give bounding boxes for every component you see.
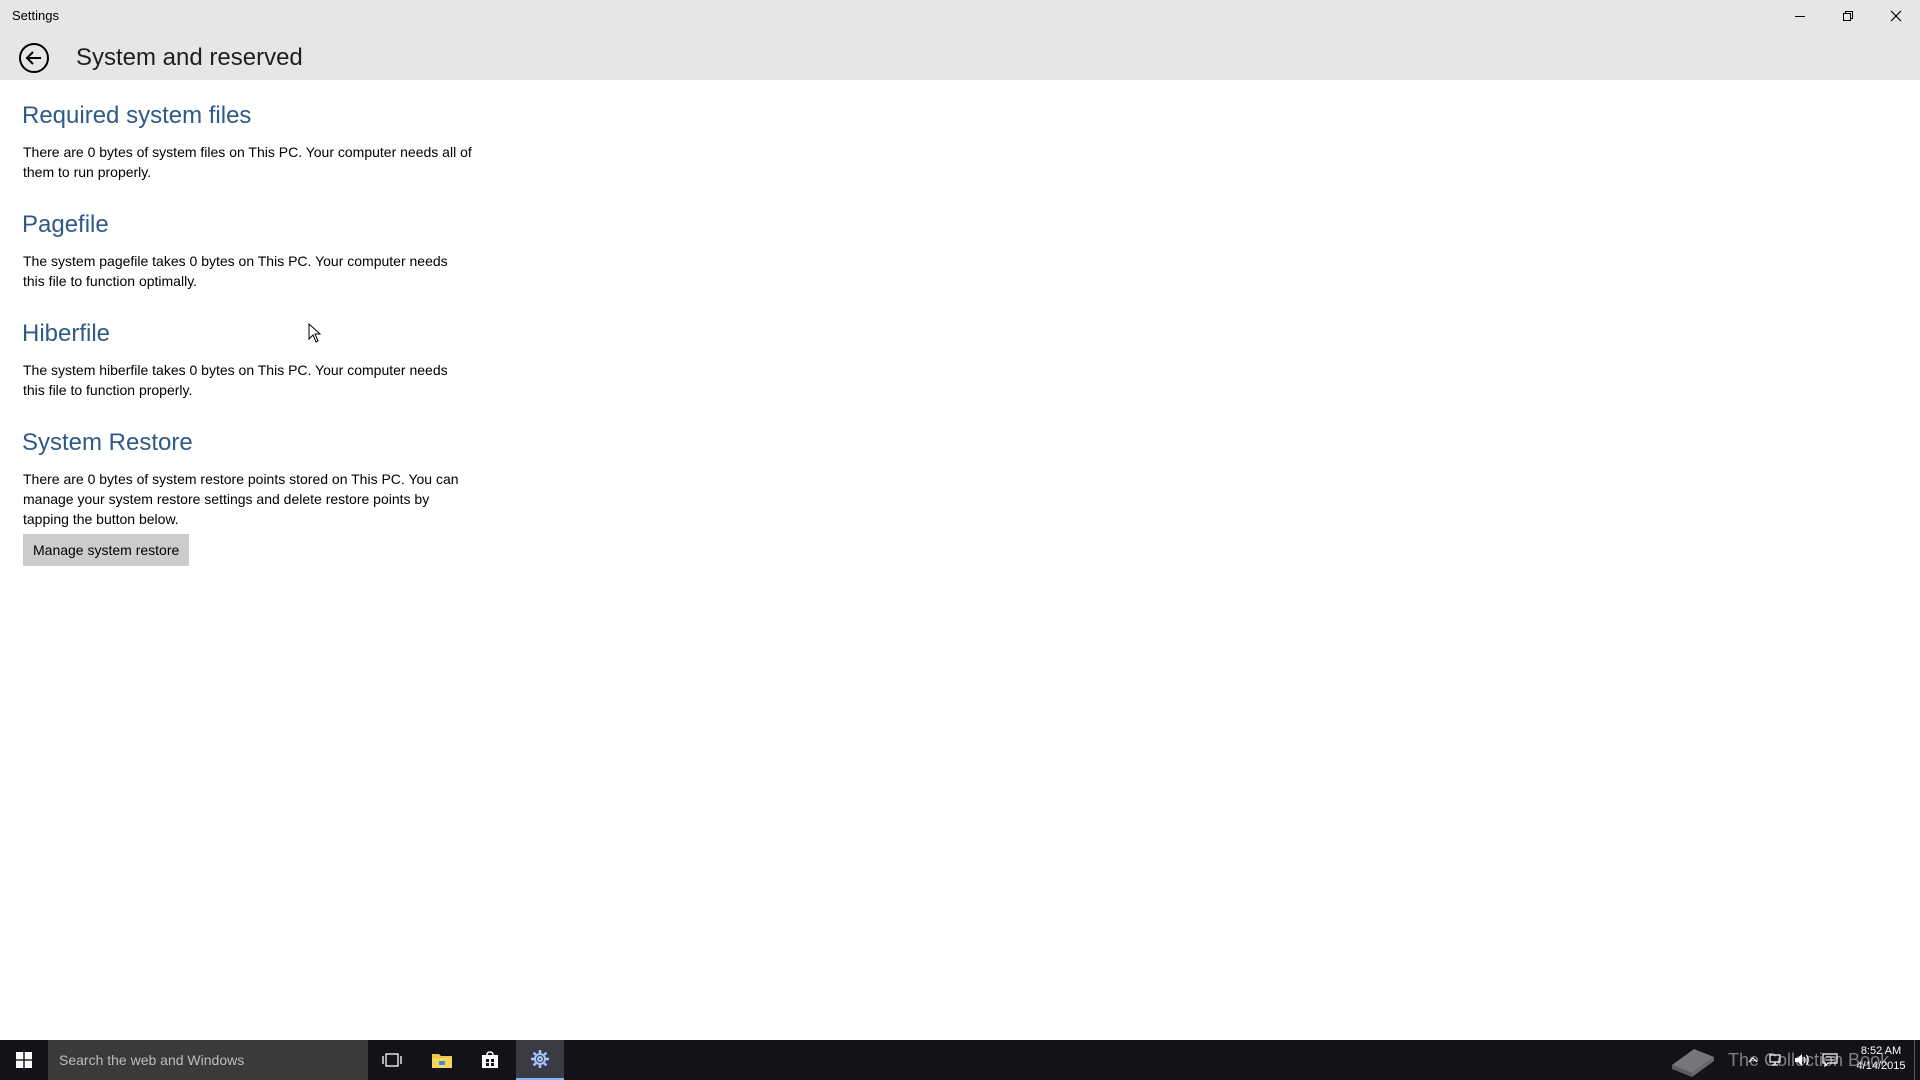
minimize-icon [1795,16,1805,17]
section-heading: Required system files [22,102,252,129]
start-button[interactable] [0,1040,48,1080]
taskbar: Search the web and Windows The Collectio… [0,1040,1920,1080]
section-description: The system hiberfile takes 0 bytes on Th… [23,362,448,398]
clock-date: 4/14/2015 [1856,1060,1906,1072]
restore-button[interactable] [1824,0,1872,32]
store-button[interactable] [466,1040,514,1080]
store-icon [482,1051,498,1068]
back-button[interactable] [18,42,50,74]
section-description: The system pagefile takes 0 bytes on Thi… [23,253,448,289]
title-bar: Settings System and reserved [0,0,1920,80]
book-icon [1672,1049,1714,1077]
restore-icon [1843,11,1853,21]
section-description: There are 0 bytes of system files on Thi… [23,144,472,180]
search-input[interactable]: Search the web and Windows [48,1040,368,1080]
back-arrow-icon [19,43,49,73]
taskbar-clock[interactable]: 8:52 AM 4/14/2015 [1850,1044,1912,1074]
clock-time: 8:52 AM [1860,1045,1902,1057]
section-hiberfile: Hiberfile The system hiberfile takes 0 b… [22,318,482,400]
windows-logo-icon [16,1052,32,1068]
section-required-system-files: Required system files There are 0 bytes … [22,100,482,182]
manage-system-restore-button[interactable]: Manage system restore [23,534,190,566]
folder-icon [432,1054,452,1068]
search-placeholder: Search the web and Windows [59,1052,245,1068]
app-title: Settings [12,8,59,23]
system-tray [1748,1040,1838,1080]
settings-taskbar-button[interactable] [516,1040,564,1080]
gear-icon [531,1050,549,1068]
window-controls [1776,0,1920,32]
section-description: There are 0 bytes of system restore poin… [23,471,459,527]
section-heading: Pagefile [22,211,109,238]
close-icon [1890,10,1902,22]
action-center-icon[interactable] [1822,1053,1838,1067]
content-area: Required system files There are 0 bytes … [22,100,482,593]
close-button[interactable] [1872,0,1920,32]
file-explorer-button[interactable] [418,1040,466,1080]
mouse-cursor-icon [308,322,322,348]
section-heading: Hiberfile [22,320,111,347]
page-title: System and reserved [76,44,303,71]
minimize-button[interactable] [1776,0,1824,32]
section-heading: System Restore [22,429,193,456]
show-desktop-button[interactable] [1914,1040,1920,1080]
settings-window: Settings System and reserved Required sy… [0,0,1920,1040]
section-system-restore: System Restore There are 0 bytes of syst… [22,427,482,566]
task-view-icon [382,1053,402,1067]
task-view-button[interactable] [368,1040,416,1080]
volume-icon[interactable] [1794,1053,1812,1067]
chevron-up-icon[interactable] [1748,1055,1758,1065]
section-pagefile: Pagefile The system pagefile takes 0 byt… [22,209,482,291]
network-icon[interactable] [1768,1053,1784,1067]
